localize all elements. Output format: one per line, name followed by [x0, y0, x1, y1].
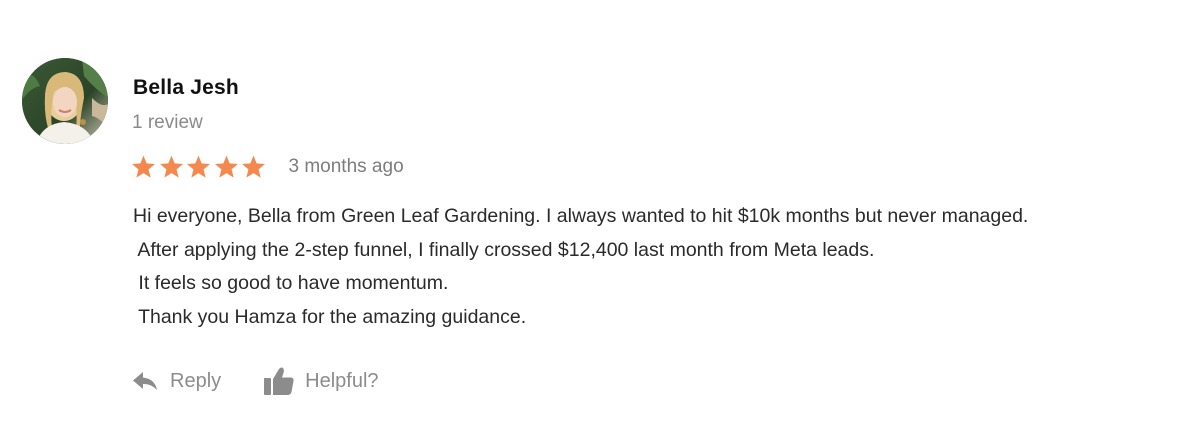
reply-button[interactable]: Reply: [132, 370, 221, 393]
review-text-line: Thank you Hamza for the amazing guidance…: [133, 305, 527, 328]
reply-arrow-icon: [133, 372, 157, 390]
reply-label: Reply: [170, 369, 222, 392]
helpful-button[interactable]: Helpful?: [263, 366, 379, 396]
review-text-line: Hi everyone, Bella from Green Leaf Garde…: [133, 205, 1029, 227]
review-timestamp: 3 months ago: [288, 156, 404, 177]
user-photo-icon: [22, 58, 108, 144]
star-icon: [242, 155, 265, 178]
review-text-line: After applying the 2-step funnel, I fina…: [133, 238, 875, 261]
star-icon: [214, 155, 238, 178]
review-card: Bella Jesh 1 review 3 months ago Hi ever…: [0, 0, 1200, 430]
review-text-line: It feels so good to have momentum.: [133, 272, 449, 294]
rating-row: 3 months ago: [130, 152, 404, 182]
review-text: Hi everyone, Bella from Green Leaf Garde…: [133, 200, 1028, 334]
review-actions: Reply Helpful?: [132, 364, 379, 398]
star-icon: [159, 155, 183, 178]
thumbs-up-icon: [264, 367, 294, 395]
helpful-label: Helpful?: [305, 369, 379, 392]
star-icon: [132, 155, 155, 178]
reviewer-name[interactable]: Bella Jesh: [133, 76, 239, 100]
review-count: 1 review: [132, 112, 203, 133]
reviewer-avatar[interactable]: [22, 58, 108, 144]
star-icon: [187, 155, 210, 178]
star-rating: [130, 154, 268, 180]
